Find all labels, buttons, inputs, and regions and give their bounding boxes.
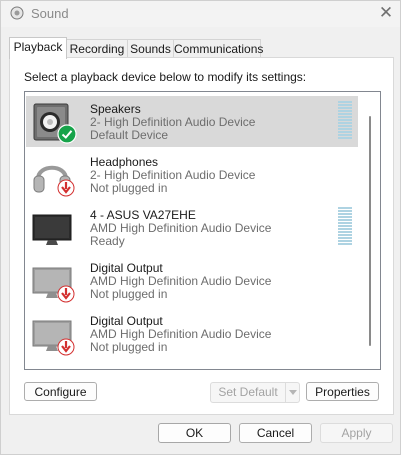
device-row-speakers[interactable]: Speakers 2- High Definition Audio Device… [26, 96, 358, 147]
device-row-asus-monitor[interactable]: 4 - ASUS VA27EHE AMD High Definition Aud… [26, 202, 358, 253]
set-default-label: Set Default [218, 385, 278, 399]
device-name: 4 - ASUS VA27EHE [90, 208, 196, 222]
playback-device-list[interactable]: Speakers 2- High Definition Audio Device… [24, 91, 381, 370]
ok-button[interactable]: OK [158, 423, 231, 443]
device-status: Not plugged in [90, 181, 168, 195]
playback-panel: Select a playback device below to modify… [9, 57, 394, 415]
instructions-text: Select a playback device below to modify… [24, 70, 307, 84]
device-name: Headphones [90, 155, 159, 169]
device-name: Digital Output [90, 314, 163, 328]
sound-dialog: Sound ✕ Playback Recording Sounds Commun… [0, 0, 401, 455]
window-title: Sound [31, 6, 69, 21]
unplugged-arrow-icon [57, 179, 75, 197]
apply-button[interactable]: Apply [320, 423, 393, 443]
device-description: AMD High Definition Audio Device [90, 274, 272, 288]
device-name: Digital Output [90, 261, 163, 275]
scroll-thumb[interactable] [369, 116, 371, 346]
device-row-digital-output-1[interactable]: Digital Output AMD High Definition Audio… [26, 255, 358, 306]
device-row-digital-output-2[interactable]: Digital Output AMD High Definition Audio… [26, 308, 358, 359]
device-status: Default Device [90, 128, 169, 142]
tab-recording[interactable]: Recording [66, 39, 128, 58]
device-status: Not plugged in [90, 287, 168, 301]
default-check-icon [57, 124, 77, 144]
chevron-down-icon[interactable] [285, 383, 300, 402]
configure-button[interactable]: Configure [24, 382, 97, 401]
monitor-icon [32, 214, 72, 245]
volume-meter [338, 207, 352, 245]
tab-playback[interactable]: Playback [9, 37, 67, 59]
cancel-button[interactable]: Cancel [239, 423, 312, 443]
device-description: 2- High Definition Audio Device [90, 168, 256, 182]
device-status: Ready [90, 234, 125, 248]
title-bar: Sound ✕ [1, 1, 400, 27]
properties-button[interactable]: Properties [306, 382, 379, 401]
unplugged-arrow-icon [57, 285, 75, 303]
tab-communications[interactable]: Communications [173, 39, 263, 58]
volume-meter [338, 101, 352, 139]
sound-app-icon [10, 6, 24, 20]
close-icon[interactable]: ✕ [378, 4, 394, 22]
unplugged-arrow-icon [57, 338, 75, 356]
set-default-split-button[interactable]: Set Default [210, 382, 300, 403]
device-description: 2- High Definition Audio Device [90, 115, 256, 129]
device-row-headphones[interactable]: Headphones 2- High Definition Audio Devi… [26, 149, 358, 200]
device-description: AMD High Definition Audio Device [90, 221, 272, 235]
device-description: AMD High Definition Audio Device [90, 327, 272, 341]
device-status: Not plugged in [90, 340, 168, 354]
list-scrollbar[interactable] [363, 96, 375, 364]
device-name: Speakers [90, 102, 141, 116]
tab-sounds[interactable]: Sounds [127, 39, 174, 58]
